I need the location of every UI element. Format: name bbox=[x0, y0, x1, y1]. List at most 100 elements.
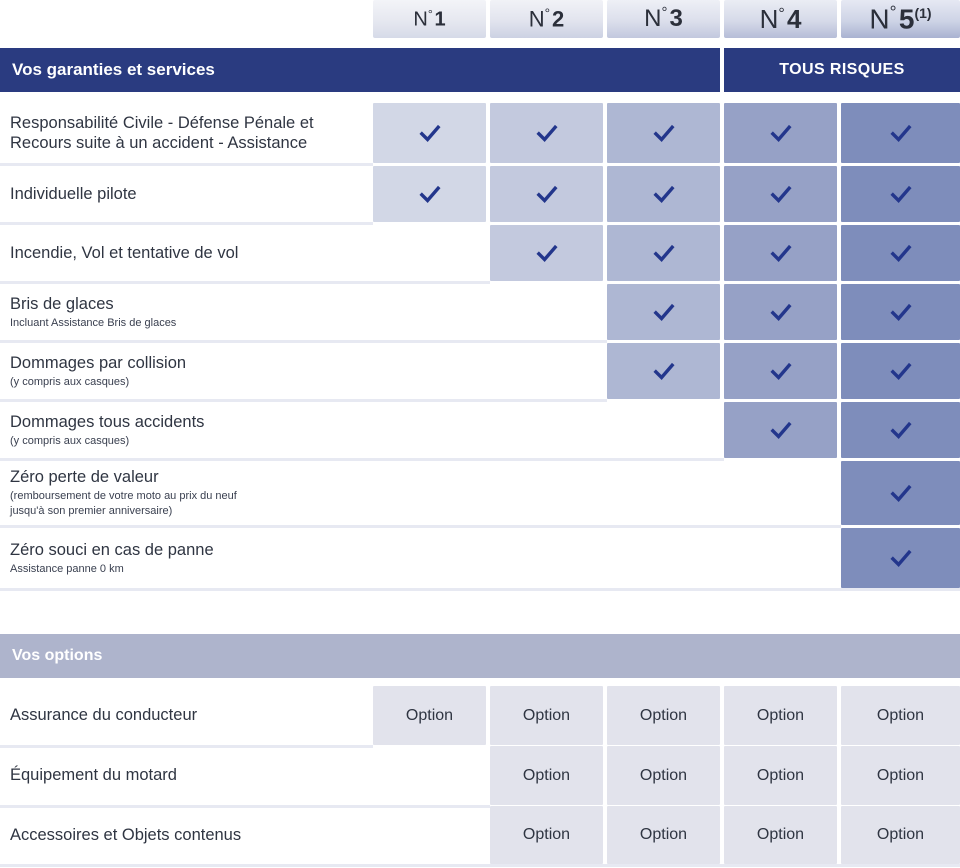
check-icon bbox=[889, 303, 912, 322]
check-icon bbox=[418, 124, 441, 143]
cell-dommages-par-collision-col4 bbox=[724, 343, 837, 399]
cell-accessoires-et-objets-contenus-col3: Option bbox=[607, 806, 720, 864]
cell-accessoires-et-objets-contenus-col2: Option bbox=[490, 806, 603, 864]
row-title: Individuelle pilote bbox=[10, 184, 137, 203]
cell-responsabilite-civile-col3 bbox=[607, 103, 720, 163]
column-header-col3-label: N° 3 bbox=[644, 5, 683, 32]
row-divider bbox=[0, 588, 960, 591]
row-label-incendie-vol: Incendie, Vol et tentative de vol bbox=[0, 225, 490, 281]
check-icon bbox=[652, 362, 675, 381]
cell-equipement-du-motard-col4: Option bbox=[724, 746, 837, 805]
column-header-col5-label: N° 5(1) bbox=[869, 2, 932, 35]
cell-responsabilite-civile-col1 bbox=[373, 103, 486, 163]
check-icon bbox=[769, 421, 792, 440]
row-title: Incendie, Vol et tentative de vol bbox=[10, 243, 239, 262]
option-label: Option bbox=[876, 826, 925, 843]
row-subtitle: (remboursement de votre moto au prix du … bbox=[10, 489, 237, 502]
cell-dommages-par-collision-col3 bbox=[607, 343, 720, 399]
column-header-col3[interactable]: N° 3 bbox=[607, 0, 720, 38]
check-icon bbox=[769, 362, 792, 381]
column-header-col5-note: (1) bbox=[914, 5, 932, 22]
cell-assurance-du-conducteur-col4: Option bbox=[724, 686, 837, 745]
row-title: Accessoires et Objets contenus bbox=[10, 825, 242, 844]
check-icon bbox=[652, 124, 675, 143]
option-label: Option bbox=[876, 766, 925, 784]
row-divider-bottom bbox=[0, 864, 960, 867]
row-label-individuelle-pilote: Individuelle pilote bbox=[0, 166, 373, 222]
row-label-dommages-par-collision: Dommages par collision (y compris aux ca… bbox=[0, 343, 607, 399]
row-title: Assurance du conducteur bbox=[10, 706, 198, 725]
option-label: Option bbox=[639, 826, 688, 843]
check-icon bbox=[889, 124, 912, 143]
cell-assurance-du-conducteur-col5: Option bbox=[841, 686, 960, 745]
cell-accessoires-et-objets-contenus-col4: Option bbox=[724, 806, 837, 864]
option-label: Option bbox=[876, 706, 925, 724]
cell-incendie-vol-col2 bbox=[490, 225, 603, 281]
row-label-assurance-du-conducteur: Assurance du conducteur bbox=[0, 686, 373, 745]
option-label: Option bbox=[639, 706, 688, 724]
cell-assurance-du-conducteur-col3: Option bbox=[607, 686, 720, 745]
check-icon bbox=[769, 185, 792, 204]
cell-zero-perte-de-valeur-col5 bbox=[841, 461, 960, 525]
option-label: Option bbox=[639, 766, 688, 784]
row-title: Responsabilité Civile - Défense Pénale e… bbox=[10, 113, 314, 132]
option-label: Option bbox=[756, 766, 805, 784]
check-icon bbox=[535, 244, 558, 263]
cell-responsabilite-civile-col4 bbox=[724, 103, 837, 163]
cell-individuelle-pilote-col2 bbox=[490, 166, 603, 222]
cell-individuelle-pilote-col1 bbox=[373, 166, 486, 222]
check-icon bbox=[889, 362, 912, 381]
cell-individuelle-pilote-col5 bbox=[841, 166, 960, 222]
row-title: Zéro perte de valeur bbox=[10, 468, 159, 487]
column-header-col4[interactable]: N° 4 bbox=[724, 0, 837, 38]
check-icon bbox=[889, 549, 912, 568]
option-label: Option bbox=[405, 706, 454, 724]
check-icon bbox=[889, 484, 912, 503]
row-title-line2: Recours suite à un accident - Assistance bbox=[10, 134, 308, 152]
cell-assurance-du-conducteur-col2: Option bbox=[490, 686, 603, 745]
check-icon bbox=[418, 185, 441, 204]
option-label: Option bbox=[522, 766, 571, 784]
row-label-dommages-tous-accidents: Dommages tous accidents (y compris aux c… bbox=[0, 402, 724, 458]
section-header-options: Vos options bbox=[0, 634, 960, 678]
check-icon bbox=[769, 124, 792, 143]
column-header-col1-label: N° 1 bbox=[413, 6, 446, 31]
cell-equipement-du-motard-col5: Option bbox=[841, 746, 960, 805]
cell-bris-de-glaces-col3 bbox=[607, 284, 720, 340]
check-icon bbox=[535, 185, 558, 204]
cell-zero-souci-en-cas-de-panne-col5 bbox=[841, 528, 960, 588]
cell-equipement-du-motard-col3: Option bbox=[607, 746, 720, 805]
row-subtitle: Incluant Assistance Bris de glaces bbox=[10, 316, 177, 329]
column-header-col2[interactable]: N° 2 bbox=[490, 0, 603, 38]
row-subtitle: (y compris aux casques) bbox=[10, 375, 130, 388]
cell-responsabilite-civile-col2 bbox=[490, 103, 603, 163]
column-header-col2-label: N° 2 bbox=[528, 5, 565, 32]
check-icon bbox=[769, 244, 792, 263]
comparison-table: N° 1 N° 2 N° 3 N° 4 N° 5(1) Vos garantie… bbox=[0, 0, 960, 868]
option-label: Option bbox=[522, 706, 571, 724]
cell-dommages-tous-accidents-col5 bbox=[841, 402, 960, 458]
column-header-col4-label: N° 4 bbox=[759, 3, 802, 34]
check-icon bbox=[889, 185, 912, 204]
row-label-bris-de-glaces: Bris de glaces Incluant Assistance Bris … bbox=[0, 284, 607, 340]
cell-incendie-vol-col3 bbox=[607, 225, 720, 281]
row-label-responsabilite-civile: Responsabilité Civile - Défense Pénale e… bbox=[0, 103, 373, 163]
banner-tous-risques: TOUS RISQUES bbox=[724, 48, 960, 92]
section-header-guarantees: Vos garanties et services bbox=[0, 48, 720, 92]
cell-bris-de-glaces-col4 bbox=[724, 284, 837, 340]
check-icon bbox=[769, 303, 792, 322]
column-header-col1[interactable]: N° 1 bbox=[373, 0, 486, 38]
cell-responsabilite-civile-col5 bbox=[841, 103, 960, 163]
option-label: Option bbox=[756, 706, 805, 724]
section-header-options-label: Vos options bbox=[12, 647, 103, 664]
banner-tous-risques-label: TOUS RISQUES bbox=[779, 61, 905, 78]
cell-incendie-vol-col4 bbox=[724, 225, 837, 281]
row-title: Zéro souci en cas de panne bbox=[10, 541, 214, 560]
row-title: Équipement du motard bbox=[10, 766, 177, 785]
column-header-col5[interactable]: N° 5(1) bbox=[841, 0, 960, 38]
section-header-guarantees-label: Vos garanties et services bbox=[12, 60, 215, 79]
row-label-zero-perte-de-valeur: Zéro perte de valeur (remboursement de v… bbox=[0, 461, 841, 525]
option-label: Option bbox=[522, 826, 571, 843]
cell-dommages-par-collision-col5 bbox=[841, 343, 960, 399]
row-label-zero-souci-en-cas-de-panne: Zéro souci en cas de panne Assistance pa… bbox=[0, 528, 841, 588]
